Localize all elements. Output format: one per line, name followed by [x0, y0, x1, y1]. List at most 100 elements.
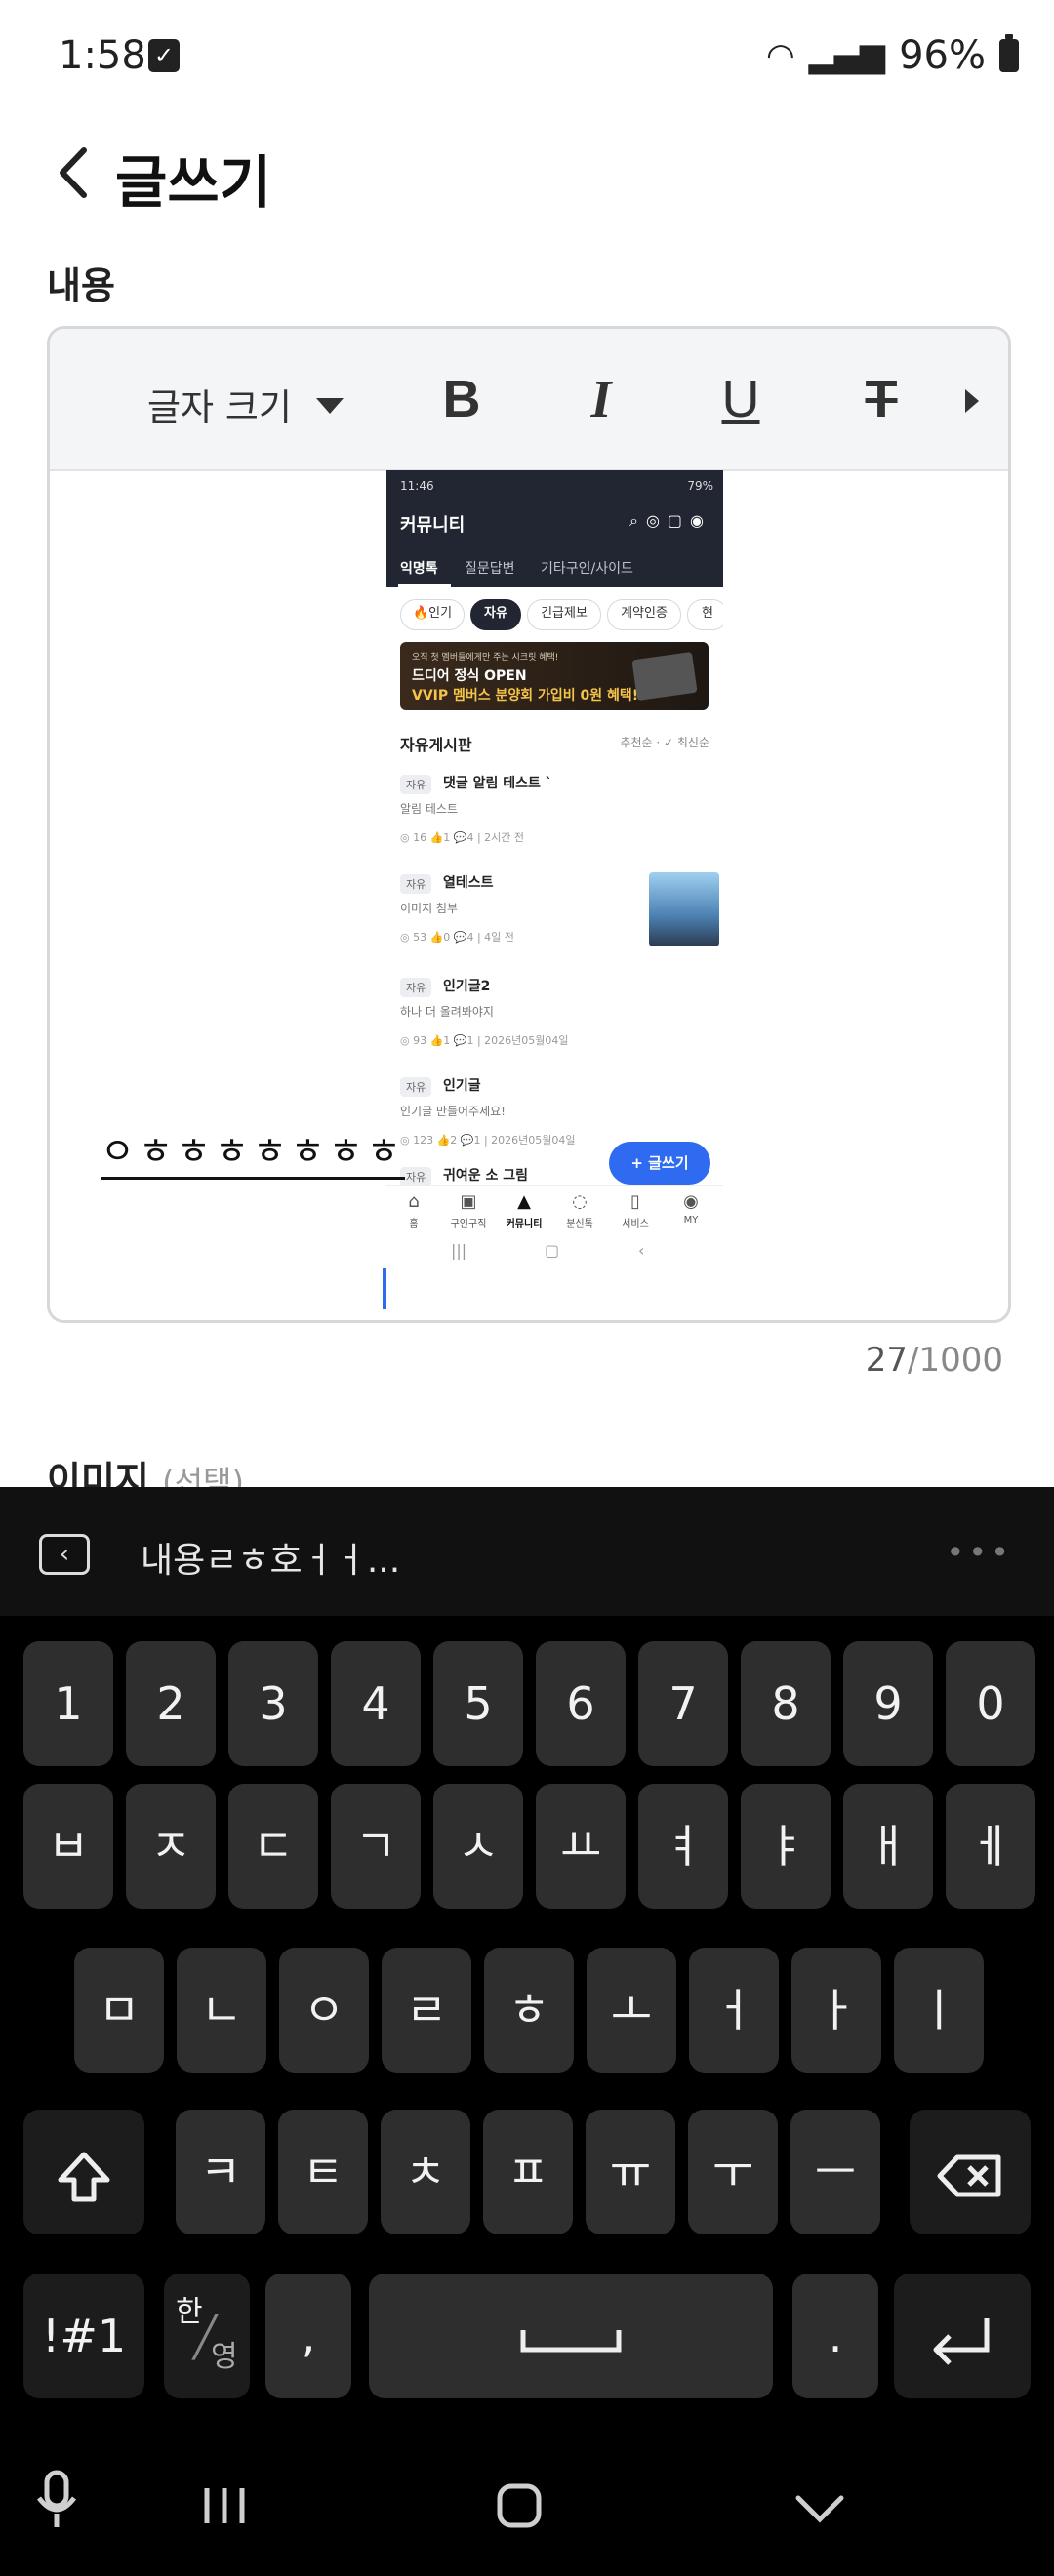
- battery-percent: 96%: [899, 33, 986, 78]
- post-title: 인기글2: [443, 979, 491, 994]
- key-letter[interactable]: ㅋ: [176, 2110, 265, 2234]
- embedded-write-button: + 글쓰기: [609, 1142, 710, 1185]
- backspace-key[interactable]: [910, 2110, 1031, 2234]
- banner-line2: VVIP 멤버스 분양회 가입비 0원 혜택!: [412, 688, 639, 704]
- key-letter[interactable]: ㅎ: [484, 1948, 574, 2073]
- key-letter[interactable]: ㅡ: [790, 2110, 880, 2234]
- embedded-bottom-nav: ⌂ ▣ ▲ ◌ ▯ ◉ 홈 구인구직 커뮤니티 분신톡 서비스 MY: [386, 1185, 723, 1236]
- post-meta: ◎ 53 👍0 💬4 | 4일 전: [400, 931, 514, 944]
- language-toggle-key[interactable]: 한 ╱ 영: [164, 2274, 250, 2398]
- key-number[interactable]: 2: [126, 1641, 216, 1766]
- underline-button[interactable]: U: [711, 368, 770, 430]
- dropdown-arrow-icon[interactable]: [316, 398, 344, 414]
- key-letter[interactable]: ㅑ: [741, 1784, 831, 1909]
- chat-icon: ◌: [572, 1191, 588, 1212]
- toolbar-more-arrow-icon[interactable]: [965, 389, 979, 413]
- embedded-tab: 기타구인/사이드: [541, 561, 633, 577]
- strikethrough-button[interactable]: T: [852, 368, 911, 430]
- banner-card-image: [631, 651, 698, 702]
- signal-icon: ▂▄▆: [808, 36, 886, 75]
- post-thumbnail-image: [649, 872, 719, 946]
- post-title: 열테스트: [443, 875, 494, 891]
- symbols-key[interactable]: !#1: [23, 2274, 144, 2398]
- italic-button[interactable]: I: [572, 368, 630, 430]
- post-sub: 인기글 만들어주세요!: [400, 1105, 506, 1118]
- back-button[interactable]: [51, 144, 98, 201]
- status-bar: 1:58 ✓ ◠ ▂▄▆ 96%: [0, 0, 1054, 115]
- bold-button[interactable]: B: [432, 368, 491, 430]
- period-key[interactable]: .: [792, 2274, 878, 2398]
- key-letter[interactable]: ㅛ: [536, 1784, 626, 1909]
- wifi-icon: ◠: [765, 36, 795, 75]
- key-letter[interactable]: ㅊ: [381, 2110, 470, 2234]
- home-icon: ⌂: [408, 1191, 420, 1212]
- key-letter[interactable]: ㄴ: [177, 1948, 266, 2073]
- key-letter[interactable]: ㄹ: [382, 1948, 471, 2073]
- key-number[interactable]: 4: [331, 1641, 421, 1766]
- post-title: 인기글: [443, 1078, 481, 1094]
- enter-key[interactable]: [894, 2274, 1031, 2398]
- post-meta: ◎ 123 👍2 💬1 | 2026년05월04일: [400, 1134, 576, 1147]
- post-tag: 자유: [400, 978, 432, 997]
- embedded-chip: 자유: [470, 599, 521, 630]
- counter-current: 27: [865, 1341, 909, 1380]
- key-letter[interactable]: ㅂ: [23, 1784, 113, 1909]
- embedded-title: 커뮤니티: [400, 515, 466, 536]
- comma-key[interactable]: ,: [265, 2274, 351, 2398]
- embedded-screenshot-image[interactable]: 11:46 79% 커뮤니티 ⌕◎▢◉ 익명톡 질문답변 기타구인/사이드 🔥인…: [386, 470, 723, 1268]
- key-letter[interactable]: ㅇ: [279, 1948, 369, 2073]
- counter-max: /1000: [908, 1341, 1003, 1380]
- post-meta: ◎ 16 👍1 💬4 | 2시간 전: [400, 831, 525, 844]
- key-letter[interactable]: ㄷ: [228, 1784, 318, 1909]
- key-number[interactable]: 9: [843, 1641, 933, 1766]
- embedded-nav-label: 커뮤니티: [506, 1219, 543, 1229]
- suggestion-text[interactable]: 내용ㄹㅎ호ㅓㅓ...: [141, 1532, 400, 1583]
- key-letter[interactable]: ㅜ: [688, 2110, 778, 2234]
- keyboard-hide-icon[interactable]: [771, 2478, 869, 2551]
- embedded-post: 자유 인기글2 하나 더 올려봐야지 ◎ 93 👍1 💬1 | 2026년05월…: [400, 976, 712, 1066]
- home-icon[interactable]: [470, 2476, 568, 2549]
- key-letter[interactable]: ㅗ: [587, 1948, 676, 2073]
- recents-icon[interactable]: [176, 2476, 273, 2549]
- key-letter[interactable]: ㅈ: [126, 1784, 216, 1909]
- key-letter[interactable]: ㅁ: [74, 1948, 164, 2073]
- space-key[interactable]: [369, 2274, 773, 2398]
- post-tag: 자유: [400, 775, 432, 794]
- key-number[interactable]: 5: [433, 1641, 523, 1766]
- key-number[interactable]: 3: [228, 1641, 318, 1766]
- key-letter[interactable]: ㅓ: [689, 1948, 779, 2073]
- content-editor[interactable]: 글자 크기 B I U T 11:46 79% 커뮤니티 ⌕◎▢◉ 익명톡 질문…: [47, 326, 1011, 1323]
- character-counter: 27/1000: [866, 1341, 1003, 1380]
- key-letter[interactable]: ㅔ: [946, 1784, 1035, 1909]
- key-number[interactable]: 1: [23, 1641, 113, 1766]
- shift-key[interactable]: [23, 2110, 144, 2234]
- key-number[interactable]: 6: [536, 1641, 626, 1766]
- microphone-icon[interactable]: [8, 2467, 105, 2549]
- font-size-button[interactable]: 글자 크기: [147, 378, 292, 430]
- home-circle-icon: ▢: [545, 1241, 560, 1260]
- key-letter[interactable]: ㅏ: [791, 1948, 881, 2073]
- key-letter[interactable]: ㅣ: [894, 1948, 984, 2073]
- key-letter[interactable]: ㅌ: [278, 2110, 368, 2234]
- battery-icon: [999, 34, 1019, 72]
- chevron-left-icon: [60, 147, 87, 198]
- key-letter[interactable]: ㅕ: [638, 1784, 728, 1909]
- key-letter[interactable]: ㅅ: [433, 1784, 523, 1909]
- embedded-header: 11:46 79% 커뮤니티 ⌕◎▢◉ 익명톡 질문답변 기타구인/사이드: [386, 470, 723, 587]
- key-letter[interactable]: ㅐ: [843, 1784, 933, 1909]
- post-title: 귀여운 소 그림: [443, 1168, 529, 1184]
- back-icon: ‹: [638, 1241, 645, 1260]
- key-number[interactable]: 0: [946, 1641, 1035, 1766]
- key-letter[interactable]: ㅍ: [483, 2110, 573, 2234]
- embedded-nav-label: 구인구직: [450, 1219, 487, 1229]
- banner-small-text: 오직 첫 멤버들에게만 주는 시크릿 혜택!: [412, 653, 559, 663]
- post-tag: 자유: [400, 874, 432, 894]
- more-options-icon[interactable]: •••: [946, 1534, 1013, 1571]
- key-letter[interactable]: ㅠ: [586, 2110, 675, 2234]
- key-number[interactable]: 7: [638, 1641, 728, 1766]
- space-icon: [520, 2329, 622, 2352]
- key-number[interactable]: 8: [741, 1641, 831, 1766]
- key-letter[interactable]: ㄱ: [331, 1784, 421, 1909]
- status-right: ◠ ▂▄▆ 96%: [766, 33, 1019, 78]
- keyboard-collapse-button[interactable]: ‹: [39, 1534, 90, 1575]
